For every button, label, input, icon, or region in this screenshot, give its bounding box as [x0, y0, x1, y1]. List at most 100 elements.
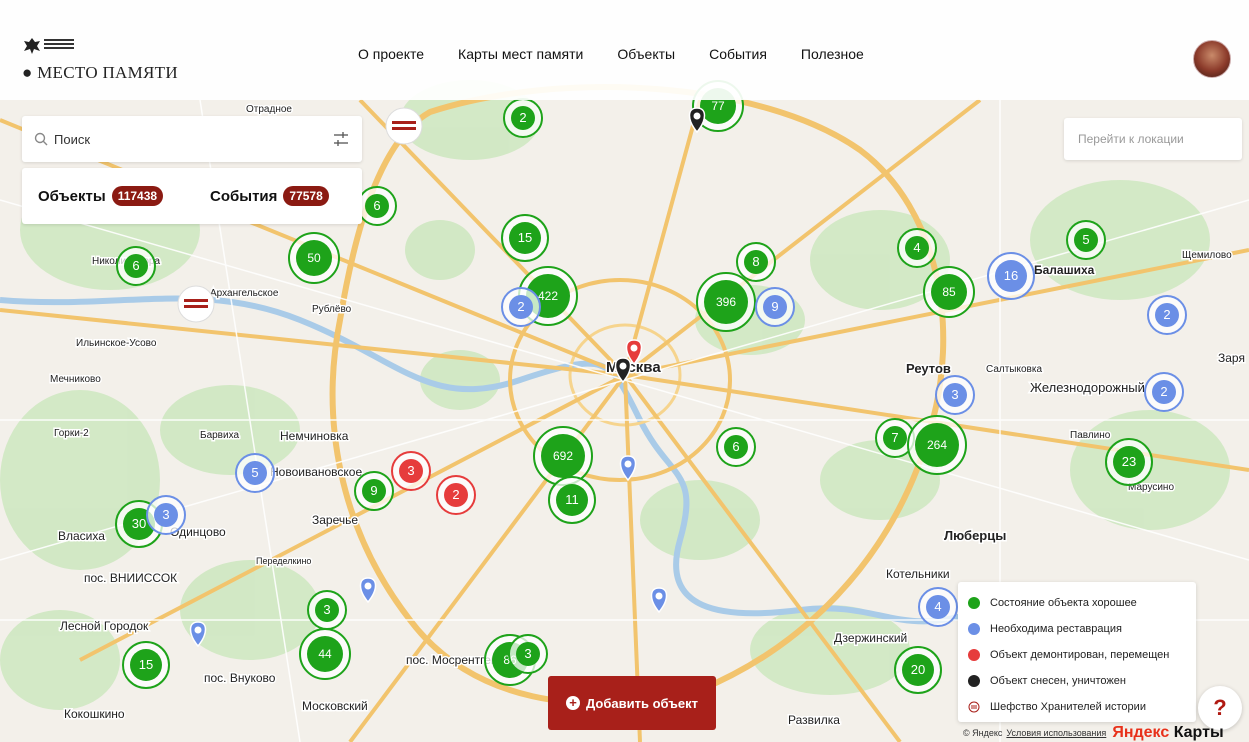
cluster-marker[interactable]: 692 [533, 426, 593, 486]
cluster-count: 15 [139, 657, 153, 672]
location-input[interactable] [1064, 118, 1242, 160]
cluster-count: 3 [407, 463, 414, 478]
plus-circle-icon: + [566, 696, 581, 710]
cluster-marker[interactable]: 3 [935, 375, 975, 415]
cluster-count: 50 [307, 251, 321, 265]
cluster-marker[interactable]: 2 [1147, 295, 1187, 335]
logo-text: МЕСТО ПАМЯТИ [37, 63, 178, 82]
cluster-count: 2 [1160, 384, 1167, 399]
search-panel [22, 116, 362, 162]
cluster-marker[interactable]: 6 [116, 246, 156, 286]
cluster-marker[interactable]: 16 [987, 252, 1035, 300]
legend-dot [968, 623, 980, 635]
cluster-count: 692 [553, 449, 573, 463]
legend-item-patronage: Шефство Хранителей истории [968, 694, 1186, 720]
events-label: События [210, 187, 278, 205]
cluster-marker[interactable]: 264 [907, 415, 967, 475]
cluster-marker[interactable]: 85 [923, 266, 975, 318]
cluster-marker[interactable]: 9 [354, 471, 394, 511]
cluster-marker[interactable]: 2 [503, 98, 543, 138]
user-avatar[interactable] [1193, 40, 1231, 78]
search-input[interactable] [54, 128, 334, 150]
cluster-marker[interactable]: 5 [235, 453, 275, 493]
cluster-count: 7 [891, 430, 898, 445]
copyright-text: © Яндекс [963, 728, 1003, 738]
objects-count[interactable]: Объекты 117438 [38, 186, 164, 206]
cluster-marker[interactable]: 3 [146, 495, 186, 535]
cluster-count: 15 [518, 230, 532, 245]
cluster-count: 44 [318, 647, 332, 661]
maps-brand: Карты [1173, 724, 1224, 741]
legend-dot [968, 675, 980, 687]
cluster-marker[interactable]: 6 [357, 186, 397, 226]
cluster-count: 3 [951, 387, 958, 402]
objects-badge: 117438 [111, 186, 164, 206]
objects-label: Объекты [38, 187, 106, 205]
location-search [1064, 118, 1242, 160]
main-nav: О проекте Карты мест памяти Объекты Собы… [358, 46, 898, 62]
add-object-label: Добавить объект [586, 695, 698, 711]
legend-item-dismantled: Объект демонтирован, перемещен [968, 642, 1186, 668]
logo[interactable]: ● МЕСТО ПАМЯТИ [22, 36, 178, 86]
cluster-marker[interactable]: 15 [122, 641, 170, 689]
nav-memory-maps[interactable]: Карты мест памяти [458, 46, 583, 62]
object-pin-icon[interactable] [619, 455, 637, 482]
cluster-marker[interactable]: 396 [696, 272, 756, 332]
cluster-marker[interactable]: 4 [918, 587, 958, 627]
cluster-count: 77 [711, 99, 725, 113]
terms-link[interactable]: Условия использования [1006, 728, 1106, 738]
object-pin-icon[interactable] [688, 107, 706, 134]
add-object-button[interactable]: + Добавить объект [548, 676, 716, 730]
object-pin-icon[interactable] [189, 621, 207, 648]
nav-about[interactable]: О проекте [358, 46, 424, 62]
legend-dot [968, 649, 980, 661]
cluster-count: 3 [323, 602, 330, 617]
cluster-count: 2 [519, 110, 526, 125]
cluster-count: 6 [132, 258, 139, 273]
filter-sliders-icon[interactable] [332, 130, 350, 148]
cluster-count: 9 [370, 483, 377, 498]
nav-useful[interactable]: Полезное [801, 46, 864, 62]
patronage-marker-icon[interactable] [385, 107, 423, 145]
legend-label: Состояние объекта хорошее [990, 597, 1137, 609]
cluster-marker[interactable]: 2 [501, 287, 541, 327]
object-pin-icon[interactable] [614, 357, 632, 384]
legend-label: Объект демонтирован, перемещен [990, 649, 1170, 661]
organization-mark [44, 37, 74, 55]
object-pin-icon[interactable] [650, 587, 668, 614]
counts-panel: Объекты 117438 События 77578 [22, 168, 362, 224]
cluster-marker[interactable]: 15 [501, 214, 549, 262]
cluster-marker[interactable]: 3 [508, 634, 548, 674]
cluster-marker[interactable]: 4 [897, 228, 937, 268]
cluster-marker[interactable]: 8 [736, 242, 776, 282]
cluster-count: 5 [1082, 232, 1089, 247]
cluster-marker[interactable]: 2 [436, 475, 476, 515]
logo-title: ● МЕСТО ПАМЯТИ [22, 63, 178, 83]
yandex-brand: Яндекс [1112, 724, 1170, 741]
cluster-marker[interactable]: 3 [307, 590, 347, 630]
cluster-count: 396 [716, 295, 736, 309]
object-pin-icon[interactable] [359, 577, 377, 604]
legend-item-destroyed: Объект снесен, уничтожен [968, 668, 1186, 694]
nav-events[interactable]: События [709, 46, 767, 62]
cluster-count: 2 [517, 299, 524, 314]
patronage-marker-icon[interactable] [177, 285, 215, 323]
cluster-marker[interactable]: 44 [299, 628, 351, 680]
cluster-marker[interactable]: 6 [716, 427, 756, 467]
cluster-count: 4 [913, 240, 920, 255]
nav-objects[interactable]: Объекты [617, 46, 675, 62]
cluster-marker[interactable]: 11 [548, 476, 596, 524]
cluster-marker[interactable]: 2 [1144, 372, 1184, 412]
cluster-count: 2 [452, 487, 459, 502]
cluster-marker[interactable]: 3 [391, 451, 431, 491]
events-badge: 77578 [283, 186, 329, 206]
cluster-marker[interactable]: 9 [755, 287, 795, 327]
cluster-count: 264 [927, 438, 947, 452]
cluster-marker[interactable]: 23 [1105, 438, 1153, 486]
cluster-marker[interactable]: 20 [894, 646, 942, 694]
map-attribution: © Яндекс Условия использования Яндекс Ка… [963, 724, 1224, 742]
cluster-marker[interactable]: 50 [288, 232, 340, 284]
yandex-maps-logo[interactable]: Яндекс Карты [1112, 724, 1223, 742]
cluster-marker[interactable]: 5 [1066, 220, 1106, 260]
events-count[interactable]: События 77578 [210, 186, 329, 206]
